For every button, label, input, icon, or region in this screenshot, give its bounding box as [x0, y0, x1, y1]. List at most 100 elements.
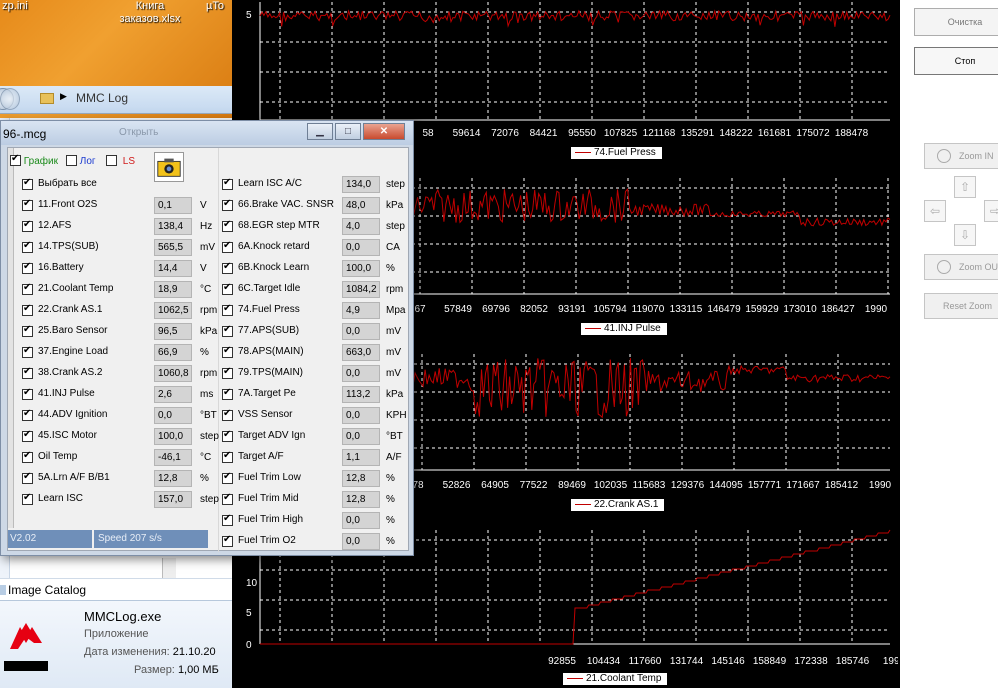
arrow-right-icon[interactable]: ⇨	[984, 200, 998, 222]
param-checkbox[interactable]	[222, 282, 233, 295]
checkbox[interactable]	[106, 155, 117, 166]
graph-label: График	[23, 156, 58, 167]
ls-checkbox[interactable]: LS	[106, 155, 135, 167]
param-name: Fuel Trim Low	[238, 472, 301, 483]
param-checkbox[interactable]	[222, 261, 233, 274]
param-checkbox[interactable]	[222, 492, 233, 505]
minimize-icon[interactable]: ▁	[307, 123, 333, 140]
maximize-icon[interactable]: □	[335, 123, 361, 140]
list-item-label: Image Catalog	[8, 583, 87, 597]
graph-checkbox[interactable]: График	[10, 153, 58, 167]
param-unit: Hz	[200, 221, 213, 232]
param-unit: mV	[386, 326, 401, 337]
zoom-out-icon	[937, 260, 951, 274]
checkbox[interactable]	[10, 153, 21, 166]
legend-swatch	[575, 503, 591, 505]
arrow-up-icon[interactable]: ⇧	[954, 176, 976, 198]
param-checkbox[interactable]	[22, 408, 33, 421]
param-unit: mV	[386, 368, 401, 379]
param-value: 2,6	[154, 386, 192, 403]
param-checkbox[interactable]	[22, 240, 33, 253]
param-checkbox[interactable]	[22, 324, 33, 337]
param-checkbox[interactable]	[22, 261, 33, 274]
param-checkbox[interactable]	[22, 387, 33, 400]
address-path[interactable]: MMC Log	[76, 91, 128, 105]
list-item-image-catalog[interactable]: Image Catalog	[0, 578, 232, 600]
desktop-icon-ini[interactable]: zp.ini	[0, 0, 30, 13]
x-tick-label: 102035	[594, 480, 628, 491]
dialog-titlebar[interactable]: 96-.mcg Открыть ▁ □ ✕	[1, 121, 413, 145]
legend-entry: 22.Crank AS.1	[570, 498, 666, 512]
forward-button[interactable]	[0, 88, 20, 110]
param-checkbox[interactable]	[22, 345, 33, 358]
param-checkbox[interactable]	[222, 534, 233, 547]
param-checkbox[interactable]	[22, 219, 33, 232]
param-value: 1062,5	[154, 302, 192, 319]
param-value: 4,9	[342, 302, 380, 319]
param-checkbox[interactable]	[22, 303, 33, 316]
param-checkbox[interactable]	[222, 387, 233, 400]
param-checkbox[interactable]	[22, 282, 33, 295]
file-size-label: Размер:	[134, 664, 175, 676]
checkbox[interactable]	[22, 177, 33, 190]
x-tick-label: 89469	[558, 480, 586, 491]
log-checkbox[interactable]: Лог	[66, 155, 96, 167]
param-checkbox[interactable]	[222, 513, 233, 526]
param-checkbox[interactable]	[22, 492, 33, 505]
param-unit: °C	[200, 452, 212, 463]
chevron-right-icon[interactable]: ▶	[60, 91, 67, 102]
desktop-icon-utorrent[interactable]: µTo	[200, 0, 230, 13]
param-value: 48,0	[342, 197, 380, 214]
checkbox[interactable]	[66, 155, 77, 166]
x-tick-label: 64905	[481, 480, 509, 491]
param-checkbox[interactable]	[22, 429, 33, 442]
param-name: Fuel Trim O2	[238, 535, 296, 546]
clear-button[interactable]: Очистка	[914, 8, 998, 36]
param-unit: V	[200, 263, 207, 274]
stop-button[interactable]: Стоп	[914, 47, 998, 75]
param-checkbox[interactable]	[22, 471, 33, 484]
x-tick-label: 117660	[629, 656, 662, 667]
param-checkbox[interactable]	[222, 450, 233, 463]
param-name: 41.INJ Pulse	[38, 388, 95, 399]
param-checkbox[interactable]	[22, 450, 33, 463]
param-checkbox[interactable]	[22, 198, 33, 211]
reset-zoom-button[interactable]: Reset Zoom	[924, 293, 998, 319]
param-checkbox[interactable]	[222, 240, 233, 253]
param-name: 77.APS(SUB)	[238, 325, 300, 336]
param-checkbox[interactable]	[222, 324, 233, 337]
param-unit: rpm	[200, 305, 218, 316]
param-checkbox[interactable]	[222, 471, 233, 484]
legend-swatch	[575, 151, 591, 153]
param-checkbox[interactable]	[222, 408, 233, 421]
param-unit: A/F	[386, 452, 402, 463]
param-value: 134,0	[342, 176, 380, 193]
param-unit: kPa	[386, 389, 404, 400]
param-checkbox[interactable]	[222, 303, 233, 316]
param-checkbox[interactable]	[222, 429, 233, 442]
param-value: 100,0	[342, 260, 380, 277]
param-checkbox[interactable]	[222, 366, 233, 379]
param-checkbox[interactable]	[22, 366, 33, 379]
param-unit: %	[386, 263, 395, 274]
param-unit: KPH	[386, 410, 407, 421]
param-value: 12,8	[342, 470, 380, 487]
param-checkbox[interactable]	[222, 219, 233, 232]
screenshot-camera-icon[interactable]	[154, 152, 184, 182]
param-value: 12,8	[342, 491, 380, 508]
zoom-in-button[interactable]: Zoom IN	[924, 143, 998, 169]
arrow-left-icon[interactable]: ⇦	[924, 200, 946, 222]
param-checkbox[interactable]	[222, 177, 233, 190]
x-tick-label: 185746	[836, 656, 870, 667]
close-icon[interactable]: ✕	[363, 123, 405, 140]
param-checkbox[interactable]	[222, 198, 233, 211]
arrow-down-icon[interactable]: ⇩	[954, 224, 976, 246]
legend-label: 41.INJ Pulse	[604, 323, 661, 334]
param-value: 663,0	[342, 344, 380, 361]
param-checkbox[interactable]	[222, 345, 233, 358]
param-unit: V	[200, 200, 207, 211]
log-label: Лог	[79, 156, 96, 167]
zoom-out-button[interactable]: Zoom OUT	[924, 254, 998, 280]
desktop-icon-xlsx[interactable]: Книга заказов.xlsx	[112, 0, 188, 26]
param-unit: °BT	[386, 431, 403, 442]
